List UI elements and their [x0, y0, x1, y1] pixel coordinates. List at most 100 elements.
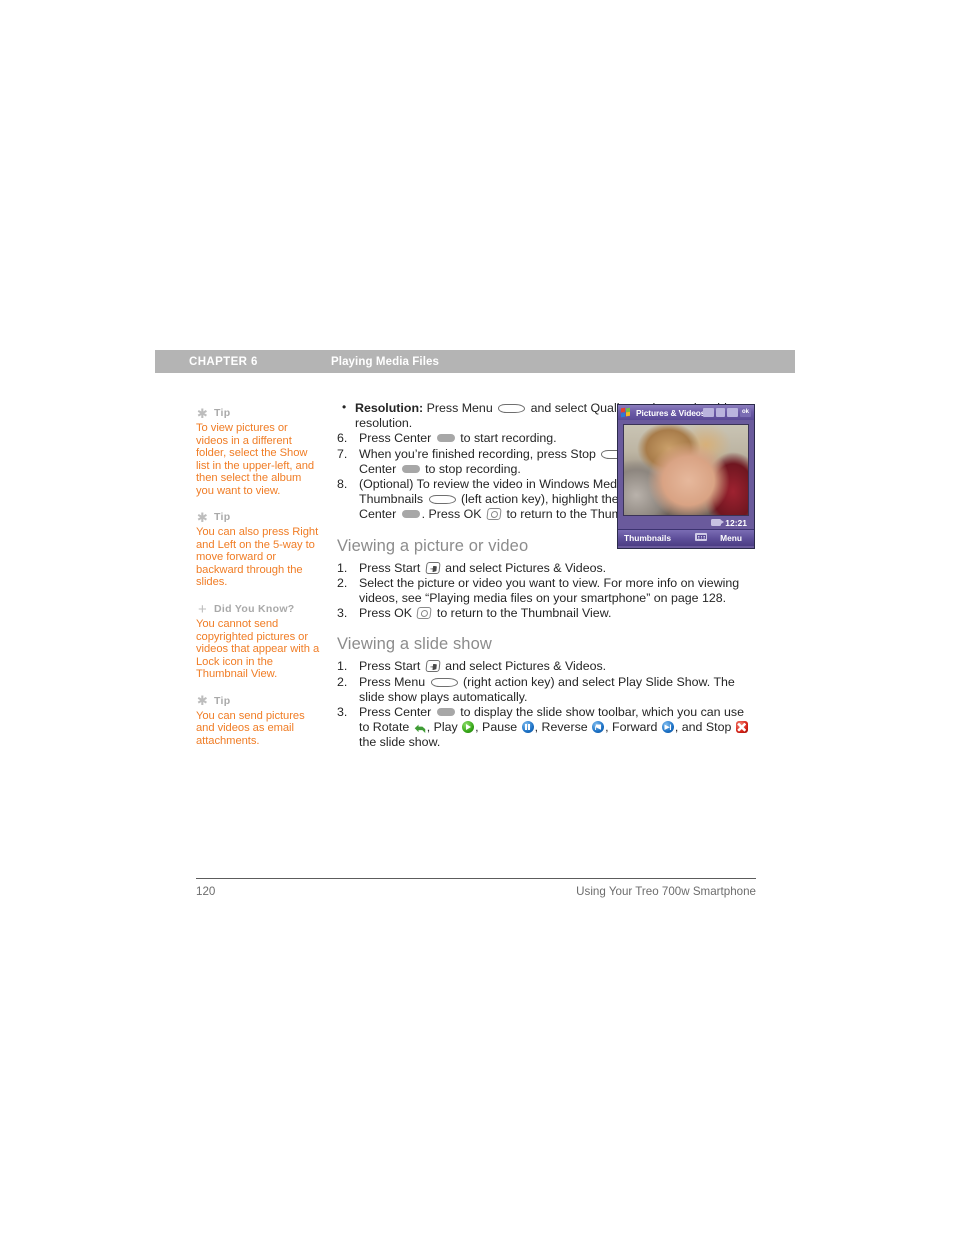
- tip-body: You can also press Right and Left on the…: [196, 526, 319, 589]
- ok-key-icon: [416, 607, 433, 620]
- rotate-icon: [414, 721, 426, 733]
- step-text: the slide show.: [359, 735, 441, 750]
- center-key-icon: [436, 434, 455, 443]
- step-text: to return to the Thumbnail View.: [433, 606, 612, 621]
- step-text: , Reverse: [534, 720, 592, 735]
- tip-heading-label: Tip: [214, 694, 231, 707]
- did-you-know-label: Did You Know?: [214, 603, 295, 616]
- page-footer: 120 Using Your Treo 700w Smartphone: [196, 885, 756, 898]
- action-key-icon: [428, 495, 456, 505]
- step-text: and select Pictures & Videos.: [441, 659, 607, 674]
- sidebar-tips-column: ✱ Tip To view pictures or videos in a di…: [196, 406, 322, 760]
- tip-block: ✱ Tip You can send pictures and videos a…: [196, 694, 322, 748]
- asterisk-icon: ✱: [196, 509, 209, 525]
- pause-icon: [521, 721, 534, 734]
- tip-body: To view pictures or videos in a differen…: [196, 422, 315, 497]
- battery-icon: [727, 408, 738, 417]
- book-title: Using Your Treo 700w Smartphone: [576, 885, 756, 898]
- ok-key-icon: [486, 508, 502, 521]
- tip-block: ✱ Tip You can also press Right and Left …: [196, 510, 322, 589]
- document-page: CHAPTER 6 Playing Media Files ✱ Tip To v…: [0, 0, 954, 1235]
- step-text: Select the picture or video you want to …: [359, 575, 740, 606]
- step-text: and select Pictures & Videos.: [441, 560, 607, 575]
- softkey-thumbnails[interactable]: Thumbnails: [618, 533, 682, 543]
- list-item: 3. Press OK to return to the Thumbnail Vi…: [337, 606, 757, 621]
- list-item: 2. Select the picture or video you want t…: [337, 576, 757, 606]
- list-number: 1.: [337, 659, 348, 674]
- forward-icon: [661, 721, 674, 734]
- section-heading-slide-show: Viewing a slide show: [337, 635, 492, 654]
- tip-heading-label: Tip: [214, 407, 231, 419]
- step-text: , Play: [426, 720, 462, 735]
- step-text: Press Start: [359, 560, 424, 575]
- phone-info-bar: 12:21: [618, 516, 754, 529]
- list-number: 3.: [337, 606, 348, 621]
- list-item: 3. Press Center to display the slide show…: [337, 705, 757, 751]
- plus-icon: +: [197, 600, 208, 618]
- step-text: Press OK: [359, 606, 416, 621]
- bullet-text-before: Press Menu: [423, 401, 497, 415]
- list-number: 8.: [337, 477, 348, 492]
- bullet-marker: •: [342, 400, 347, 414]
- slide-show-steps-list: 1. Press Start and select Pictures & Vide…: [337, 659, 757, 750]
- tip-heading: ✱ Tip: [196, 510, 322, 524]
- step-text: Press Center: [359, 431, 435, 446]
- menu-key-icon: [498, 404, 526, 413]
- play-icon: [462, 721, 475, 734]
- tip-block: ✱ Tip To view pictures or videos in a di…: [196, 406, 322, 497]
- menu-key-icon: [430, 677, 458, 687]
- center-key-icon: [401, 510, 420, 519]
- view-picture-steps-list: 1. Press Start and select Pictures & Vide…: [337, 561, 757, 622]
- list-number: 2.: [337, 575, 348, 590]
- list-number: 2.: [337, 674, 348, 689]
- ok-icon[interactable]: ok: [740, 408, 751, 417]
- stop-icon: [735, 721, 748, 734]
- chapter-title: Playing Media Files: [331, 355, 439, 368]
- phone-status-icons: ok: [703, 408, 751, 417]
- step-text: When you’re finished recording, press St…: [359, 446, 600, 461]
- list-number: 3.: [337, 705, 348, 720]
- page-number: 120: [196, 885, 216, 898]
- phone-soft-key-bar: Thumbnails Menu: [618, 529, 754, 546]
- step-text: , Forward: [605, 720, 661, 735]
- step-text: Press Start: [359, 659, 424, 674]
- step-text: to stop recording.: [421, 461, 521, 476]
- step-text: Press Menu: [359, 674, 429, 689]
- list-item: 1. Press Start and select Pictures & Vide…: [337, 659, 757, 674]
- did-you-know-body: You cannot send copyrighted pictures or …: [196, 618, 320, 681]
- did-you-know-heading: + Did You Know?: [196, 600, 322, 618]
- list-number: 6.: [337, 431, 348, 446]
- step-text: , and Stop: [674, 720, 735, 735]
- tip-body: You can send pictures and videos as emai…: [196, 709, 305, 747]
- signal-icon: [716, 408, 725, 417]
- step-text: , Pause: [475, 720, 521, 735]
- volume-icon: [703, 408, 714, 417]
- reverse-icon: [592, 721, 605, 734]
- step-text: Press Center: [359, 705, 435, 720]
- phone-title-bar: Pictures & Videos ok: [618, 405, 754, 420]
- tip-heading: ✱ Tip: [196, 694, 322, 708]
- step-text: . Press OK: [421, 507, 485, 522]
- chapter-header-bar: CHAPTER 6 Playing Media Files: [155, 350, 795, 373]
- footer-divider: [196, 878, 756, 879]
- center-key-icon: [436, 708, 455, 717]
- center-key-icon: [401, 464, 420, 473]
- did-you-know-block: + Did You Know? You cannot send copyrigh…: [196, 602, 322, 681]
- phone-photo-preview: [623, 424, 749, 516]
- phone-app-title: Pictures & Videos: [636, 407, 703, 418]
- phone-screenshot-figure: Pictures & Videos ok 12:21 Thumbnails Me…: [617, 404, 755, 549]
- asterisk-icon: ✱: [196, 693, 209, 709]
- phone-time: 12:21: [725, 517, 747, 528]
- asterisk-icon: ✱: [196, 405, 209, 421]
- list-number: 7.: [337, 446, 348, 461]
- bullet-term: Resolution:: [355, 401, 424, 415]
- tip-heading: ✱ Tip: [196, 406, 322, 420]
- list-item: 2. Press Menu (right action key) and sele…: [337, 675, 757, 705]
- softkey-menu[interactable]: Menu: [720, 533, 754, 543]
- windows-logo-icon: [621, 407, 632, 418]
- list-item: 1. Press Start and select Pictures & Vide…: [337, 561, 757, 576]
- chapter-label: CHAPTER 6: [189, 355, 258, 368]
- video-camera-icon: [711, 519, 724, 526]
- step-text: to start recording.: [456, 431, 557, 446]
- keyboard-icon[interactable]: [682, 533, 720, 543]
